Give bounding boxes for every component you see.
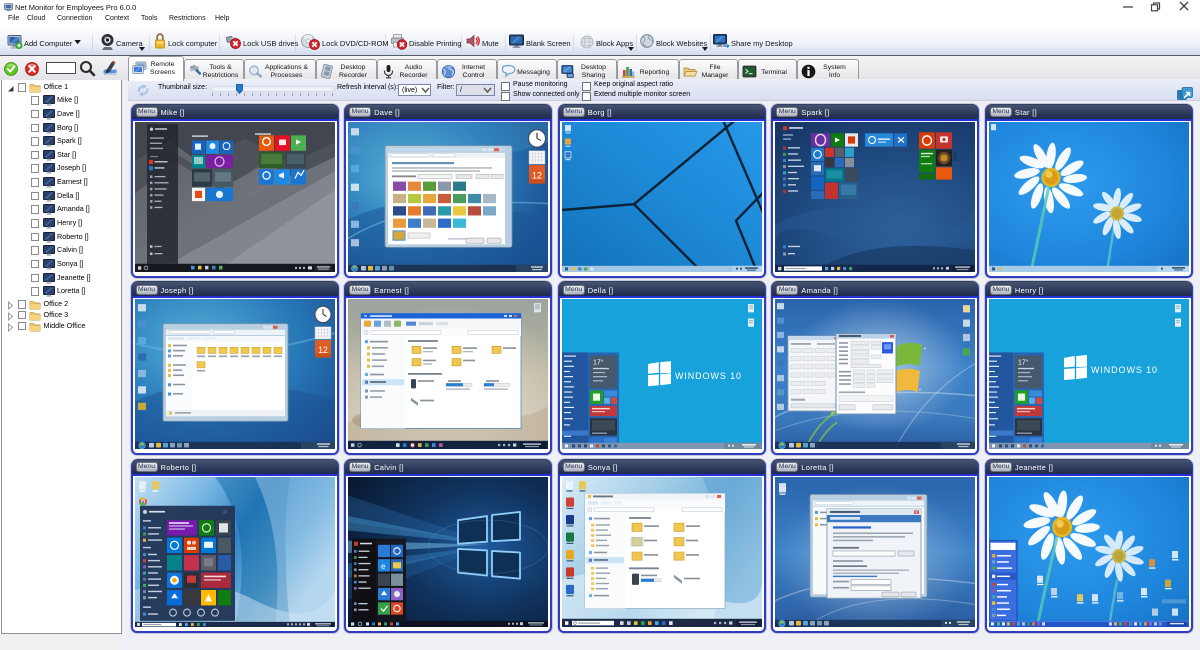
svg-text:WINDOWS 10: WINDOWS 10 [1091,365,1158,375]
svg-text:e: e [381,561,386,570]
svg-text:12: 12 [318,345,328,355]
svg-text:WINDOWS 10: WINDOWS 10 [675,371,742,381]
svg-text:17°: 17° [593,359,604,367]
svg-text:12: 12 [532,170,542,180]
svg-text:17°: 17° [1018,359,1029,367]
